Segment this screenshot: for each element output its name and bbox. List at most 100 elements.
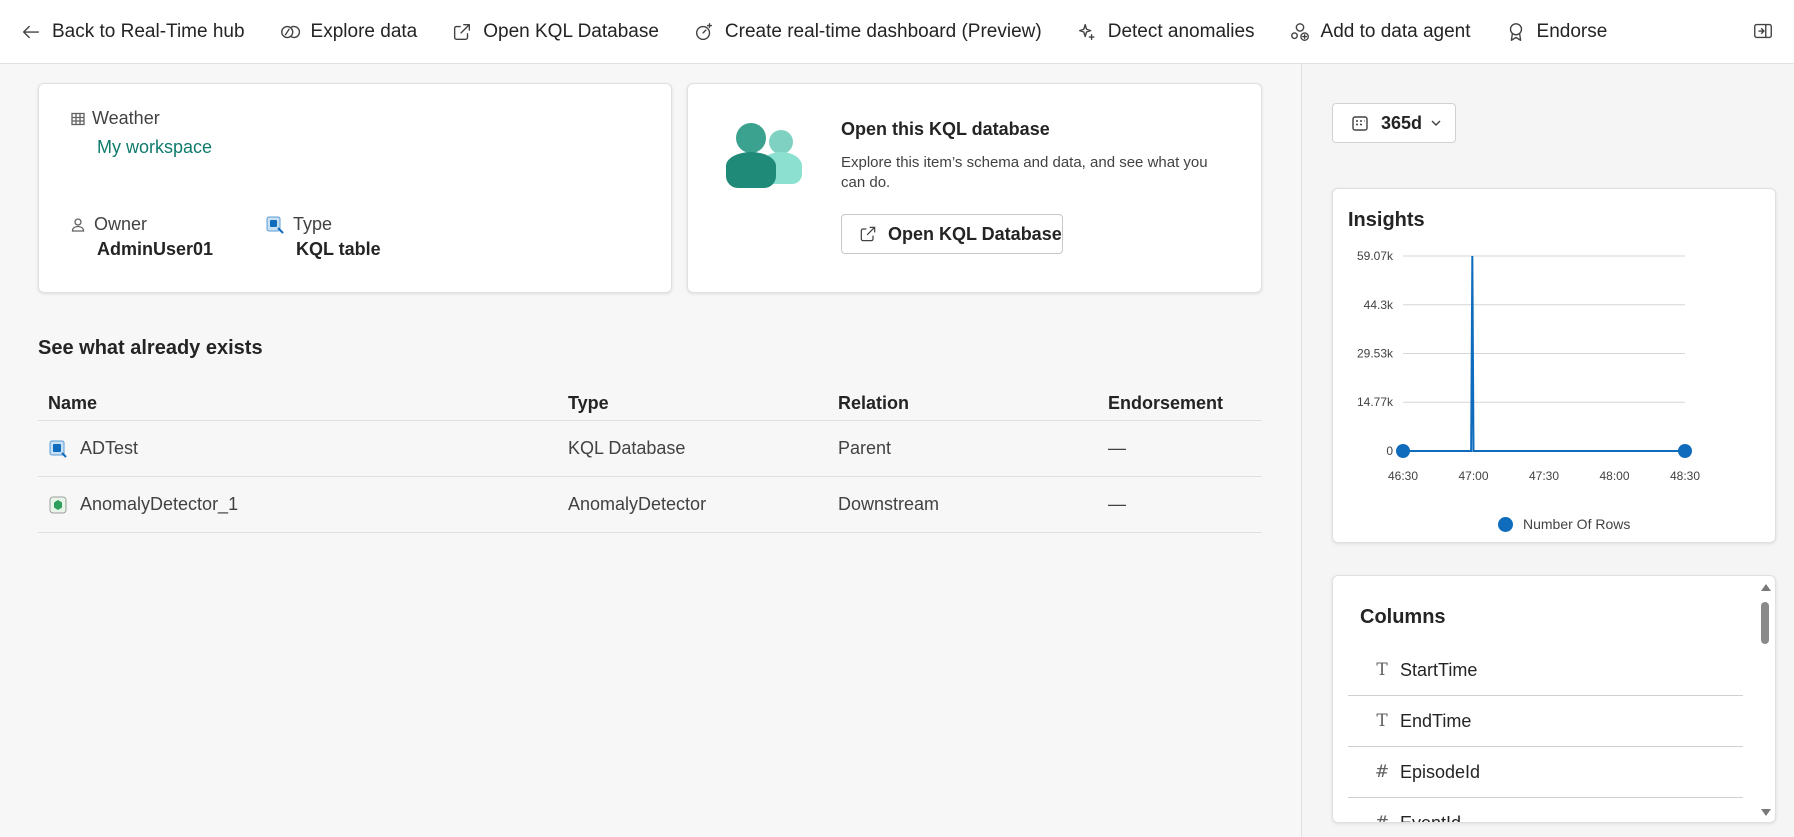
- sparkle-icon: [1074, 19, 1100, 45]
- row-endorsement: —: [1108, 438, 1126, 458]
- agent-add-icon: [1287, 19, 1313, 45]
- columns-card: Columns T StartTime T EndTime # EpisodeI…: [1332, 575, 1776, 823]
- explore-data-label: Explore data: [310, 20, 418, 42]
- back-to-hub-label: Back to Real-Time hub: [52, 20, 245, 42]
- detect-anomalies-button[interactable]: Detect anomalies: [1074, 12, 1255, 52]
- columns-list: T StartTime T EndTime # EpisodeId # Even…: [1348, 645, 1743, 823]
- scroll-down-icon[interactable]: [1761, 809, 1771, 816]
- chevron-down-icon: [1430, 117, 1442, 129]
- row-relation: Downstream: [838, 494, 940, 514]
- open-kql-database-label: Open KQL Database: [483, 20, 659, 42]
- explore-data-button[interactable]: Explore data: [277, 12, 418, 52]
- endorse-label: Endorse: [1536, 20, 1608, 42]
- item-info-card: Weather My workspace Owner AdminUser01 T…: [38, 83, 672, 293]
- calendar-icon: [1351, 114, 1369, 132]
- column-name: EndTime: [1400, 710, 1472, 731]
- x-tick-label: 48:00: [1599, 469, 1629, 483]
- column-item[interactable]: T EndTime: [1348, 696, 1743, 747]
- add-to-data-agent-button[interactable]: Add to data agent: [1287, 12, 1471, 52]
- add-to-data-agent-label: Add to data agent: [1320, 20, 1471, 42]
- table-icon: [70, 111, 86, 127]
- chart-legend[interactable]: Number Of Rows: [1498, 516, 1630, 532]
- table-header-row: Name Type Relation Endorsement: [38, 383, 1262, 421]
- y-tick-label: 0: [1386, 444, 1393, 458]
- columns-scrollbar[interactable]: [1759, 580, 1771, 820]
- detect-anomalies-label: Detect anomalies: [1107, 20, 1255, 42]
- row-type: AnomalyDetector: [568, 494, 707, 514]
- column-item[interactable]: T StartTime: [1348, 645, 1743, 696]
- time-range-value: 365d: [1381, 112, 1423, 133]
- kql-table-icon: [265, 215, 285, 235]
- create-dashboard-button[interactable]: Create real-time dashboard (Preview): [691, 12, 1042, 52]
- scroll-up-icon[interactable]: [1761, 584, 1771, 591]
- existing-items-table: Name Type Relation Endorsement ADTest KQ…: [38, 383, 1262, 533]
- data-point: [1678, 444, 1692, 458]
- x-tick-label: 46:30: [1388, 469, 1418, 483]
- people-illustration: [726, 122, 806, 197]
- open-button-label: Open KQL Database: [888, 223, 1062, 244]
- x-tick-label: 47:30: [1529, 469, 1559, 483]
- workspace-link[interactable]: My workspace: [97, 137, 212, 158]
- open-card-description: Explore this item’s schema and data, and…: [841, 154, 1208, 191]
- columns-title: Columns: [1360, 606, 1446, 628]
- y-tick-label: 14.77k: [1357, 395, 1394, 409]
- header-endorsement[interactable]: Endorsement: [1108, 393, 1223, 414]
- type-label: Type: [293, 214, 333, 234]
- open-card-title: Open this KQL database: [841, 119, 1050, 139]
- y-tick-label: 44.3k: [1364, 298, 1394, 312]
- row-name-cell: AnomalyDetector_1: [48, 494, 238, 515]
- row-name[interactable]: ADTest: [80, 438, 138, 459]
- header-name[interactable]: Name: [48, 393, 97, 414]
- insights-card: Insights 0 14.77k 29.53k 44.3k 59.07k 46:30 47…: [1332, 188, 1776, 543]
- owner-value: AdminUser01: [97, 239, 214, 259]
- table-row[interactable]: AnomalyDetector_1 AnomalyDetector Downst…: [38, 477, 1262, 533]
- open-external-icon: [449, 19, 475, 45]
- row-name-cell: ADTest: [48, 438, 138, 459]
- insights-chart: 0 14.77k 29.53k 44.3k 59.07k 46:30 47:00 47:30 4…: [1357, 249, 1700, 483]
- header-type[interactable]: Type: [568, 393, 609, 414]
- open-kql-database-button[interactable]: Open KQL Database: [449, 12, 659, 52]
- open-kql-database-card-button[interactable]: Open KQL Database: [841, 214, 1063, 254]
- header-relation[interactable]: Relation: [838, 393, 909, 414]
- kql-database-icon: [48, 439, 68, 459]
- data-point: [1396, 444, 1410, 458]
- column-name: EventId: [1400, 812, 1462, 823]
- number-type-icon: #: [1374, 762, 1390, 782]
- x-tick-label: 48:30: [1670, 469, 1700, 483]
- dashboard-sparkle-icon: [691, 19, 717, 45]
- number-type-icon: #: [1374, 813, 1390, 823]
- open-kql-database-card: Open this KQL database Explore this item…: [687, 83, 1262, 293]
- command-bar: Back to Real-Time hub Explore data Open …: [0, 0, 1794, 64]
- endorse-button[interactable]: Endorse: [1503, 12, 1608, 52]
- section-title: See what already exists: [38, 337, 263, 359]
- legend-label: Number Of Rows: [1523, 516, 1631, 532]
- column-item[interactable]: # EpisodeId: [1348, 747, 1743, 798]
- text-type-icon: T: [1376, 711, 1388, 731]
- back-to-hub-button[interactable]: Back to Real-Time hub: [18, 12, 245, 52]
- row-type: KQL Database: [568, 438, 686, 458]
- column-name: EpisodeId: [1400, 761, 1481, 782]
- explore-icon: [277, 19, 303, 45]
- panel-collapse-icon[interactable]: [1752, 20, 1776, 44]
- time-range-dropdown[interactable]: 365d: [1332, 103, 1456, 143]
- legend-dot: [1498, 516, 1513, 532]
- y-tick-label: 29.53k: [1357, 347, 1394, 361]
- anomaly-detector-icon: [48, 495, 68, 515]
- table-row[interactable]: ADTest KQL Database Parent —: [38, 421, 1262, 477]
- table-name: Weather: [92, 108, 160, 128]
- column-name: StartTime: [1400, 659, 1478, 680]
- row-name[interactable]: AnomalyDetector_1: [80, 494, 238, 515]
- y-tick-label: 59.07k: [1357, 249, 1394, 263]
- owner-label: Owner: [94, 214, 148, 234]
- x-tick-label: 47:00: [1458, 469, 1488, 483]
- text-type-icon: T: [1376, 660, 1388, 680]
- type-value: KQL table: [296, 239, 381, 259]
- row-relation: Parent: [838, 438, 892, 458]
- scrollbar-thumb[interactable]: [1761, 602, 1769, 644]
- ribbon-icon: [1503, 19, 1529, 45]
- person-icon: [70, 217, 86, 233]
- row-endorsement: —: [1108, 494, 1126, 514]
- column-item[interactable]: # EventId: [1348, 798, 1743, 823]
- create-dashboard-label: Create real-time dashboard (Preview): [724, 20, 1042, 42]
- arrow-left-icon: [18, 19, 44, 45]
